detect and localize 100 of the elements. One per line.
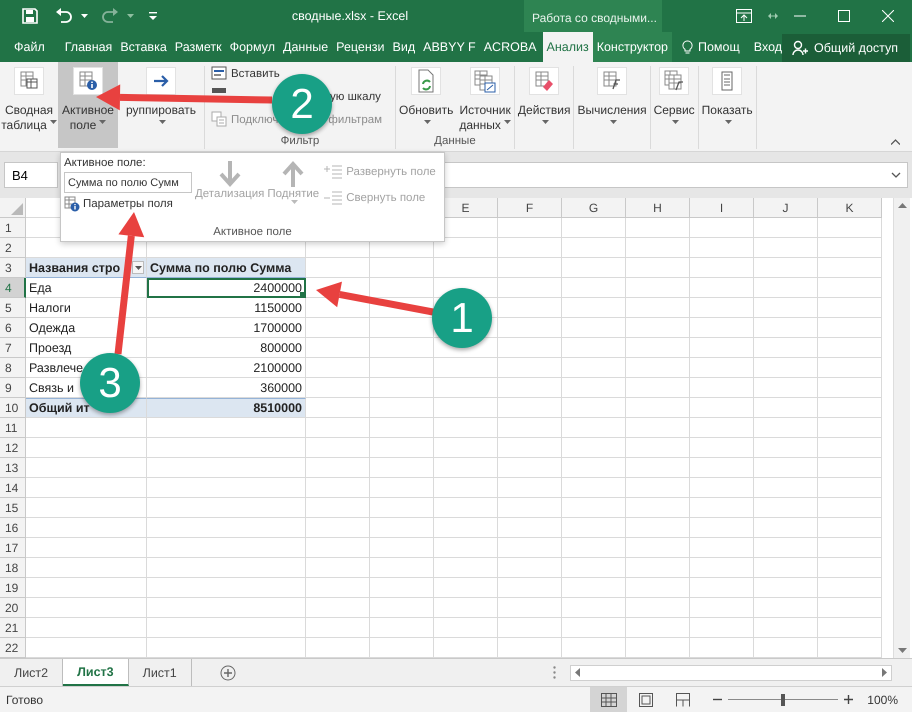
row-number[interactable]: 8 [0,358,26,378]
row-number[interactable]: 16 [0,518,26,538]
scroll-left-icon[interactable] [575,668,580,677]
row-number[interactable]: 15 [0,498,26,518]
save-icon[interactable] [22,8,38,24]
splitter-handle-icon[interactable] [553,666,556,679]
column-header[interactable]: H [626,198,690,218]
normal-view-button[interactable] [590,687,628,712]
column-header[interactable]: J [754,198,818,218]
table-cell: Еда [26,278,147,298]
expand-icon[interactable] [891,172,901,178]
ribbon-button[interactable]: Показать [698,62,756,134]
ribbon-button[interactable]: Активное поле [58,62,118,148]
customize-icon[interactable] [149,12,157,20]
page-icon [638,692,653,706]
window-title: сводные.xlsx - Excel [292,9,408,23]
collapse-ribbon-icon[interactable] [891,139,900,145]
row-number[interactable]: 5 [0,298,26,318]
grid-icon [600,692,617,706]
tell-me-field[interactable]: Помощ [682,32,740,62]
ribbon-button[interactable]: Сводная таблица [0,62,58,134]
zoom-level[interactable]: 100% [867,692,898,706]
timeline-icon [211,88,227,93]
row-number[interactable]: 3 [0,258,26,278]
row-number[interactable]: 4 [0,278,26,298]
filter-button[interactable] [132,261,144,274]
undo-icon[interactable] [55,8,73,24]
row-number[interactable]: 6 [0,318,26,338]
row-number[interactable]: 22 [0,638,26,658]
ribbon-tab[interactable]: Вид [388,32,420,62]
row-number[interactable]: 13 [0,458,26,478]
scroll-down-icon[interactable] [898,648,906,653]
ribbon-tab[interactable]: Формул [226,32,279,62]
group-label: Фильтр [280,135,320,147]
ribbon-tab[interactable]: Данные [279,32,332,62]
row-number[interactable]: 20 [0,598,26,618]
table-cell: 2100000 [147,358,306,378]
share-button[interactable]: Общий доступ [782,34,910,62]
status-text: Готово [6,692,44,706]
column-header[interactable]: G [562,198,626,218]
table-cell: Сумма по полю Сумма [147,258,306,278]
row-number[interactable]: 11 [0,418,26,438]
field-settings-button[interactable]: Параметры поля [64,196,192,212]
scroll-right-icon[interactable] [882,668,887,677]
maximize-icon[interactable] [838,10,850,22]
row-number[interactable]: 10 [0,398,26,418]
row-number[interactable]: 1 [0,218,26,238]
ribbon-display-icon[interactable] [736,9,752,23]
name-box[interactable]: B4 [4,162,58,188]
table-cell: 2400000 [147,278,306,298]
active-field-input[interactable]: Сумма по полю Сумм [64,172,192,193]
column-header[interactable]: I [690,198,754,218]
scroll-up-icon[interactable] [898,203,906,208]
ribbon-button[interactable]: Действия [514,62,574,134]
table-cell: Налоги [26,298,147,318]
table-formula-icon [659,67,690,95]
row-number[interactable]: 19 [0,578,26,598]
caret-icon [127,14,134,18]
header-text: Названия стро [29,260,120,274]
row-number[interactable]: 17 [0,538,26,558]
row-number[interactable]: 7 [0,338,26,358]
pivot-table-icon [14,67,44,95]
ribbon-button[interactable]: Обновить [396,62,456,134]
row-number[interactable]: 14 [0,478,26,498]
row-number[interactable]: 12 [0,438,26,458]
ribbon-button[interactable]: руппировать [118,62,204,134]
table-source-icon [470,67,500,95]
collapse-list-icon [324,191,342,205]
ribbon-tab[interactable]: Файл [0,32,61,62]
caret-icon [81,14,88,18]
horizontal-scrollbar[interactable] [570,664,892,680]
ribbon-button[interactable]: Сервис [650,62,698,134]
vertical-scrollbar[interactable] [893,198,910,658]
ribbon-tab[interactable]: Разметк [170,32,226,62]
zoom-in-icon[interactable] [844,695,854,704]
sheet-tab[interactable]: Лист3 [63,659,129,686]
table-info-icon [64,196,80,212]
row-number[interactable]: 18 [0,558,26,578]
sign-in-link[interactable]: Вход [754,32,782,62]
ribbon-tab[interactable]: Конструктор [592,32,672,62]
slider-thumb[interactable] [781,694,786,706]
column-header[interactable]: F [498,198,562,218]
calculator-icon [712,67,742,95]
ribbon-tab[interactable]: ACROBA [480,32,540,62]
ribbon-tab[interactable]: Рецензи [332,32,388,62]
close-icon[interactable] [882,10,894,22]
ribbon-tab[interactable]: Вставка [116,32,171,62]
add-sheet-icon[interactable] [220,664,236,680]
ribbon-tab[interactable]: ABBYY F [419,32,480,62]
table-cell: 1150000 [147,298,306,318]
ribbon-tab[interactable]: Анализ [542,32,593,62]
table-cell: Одежда [26,318,147,338]
ribbon-button[interactable]: Источник данных [456,62,514,134]
row-number[interactable]: 2 [0,238,26,258]
column-header[interactable]: K [818,198,882,218]
ribbon-button[interactable]: Вычисления [574,62,650,134]
row-number[interactable]: 21 [0,618,26,638]
ribbon-tab[interactable]: Главная [60,32,116,62]
row-number[interactable]: 9 [0,378,26,398]
table-cell: 8510000 [147,398,306,418]
